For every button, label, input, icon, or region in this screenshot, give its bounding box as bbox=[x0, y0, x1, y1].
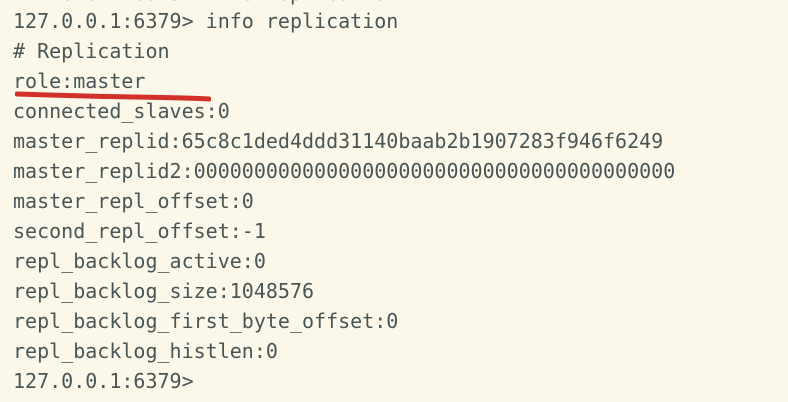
red-underline-annotation bbox=[15, 91, 211, 102]
terminal-line-command: 127.0.0.1:6379> info replication bbox=[13, 9, 399, 33]
terminal-window[interactable]: 127.0.0.1:6379> info replication 127.0.0… bbox=[0, 0, 788, 402]
terminal-line-master-replid: master_replid:65c8c1ded4ddd31140baab2b19… bbox=[13, 129, 664, 153]
terminal-line-repl-backlog-first-byte-offset: repl_backlog_first_byte_offset:0 bbox=[13, 309, 399, 333]
terminal-line-repl-backlog-size: repl_backlog_size:1048576 bbox=[13, 279, 315, 303]
terminal-line-second-repl-offset: second_repl_offset:-1 bbox=[13, 219, 266, 243]
terminal-line-section-header: # Replication bbox=[13, 39, 170, 63]
terminal-line-repl-backlog-histlen: repl_backlog_histlen:0 bbox=[13, 339, 278, 363]
terminal-line-prompt: 127.0.0.1:6379> bbox=[13, 369, 194, 393]
terminal-line-master-replid2: master_replid2:0000000000000000000000000… bbox=[13, 159, 676, 183]
terminal-line-master-repl-offset: master_repl_offset:0 bbox=[13, 189, 254, 213]
terminal-line-repl-backlog-active: repl_backlog_active:0 bbox=[13, 249, 266, 273]
